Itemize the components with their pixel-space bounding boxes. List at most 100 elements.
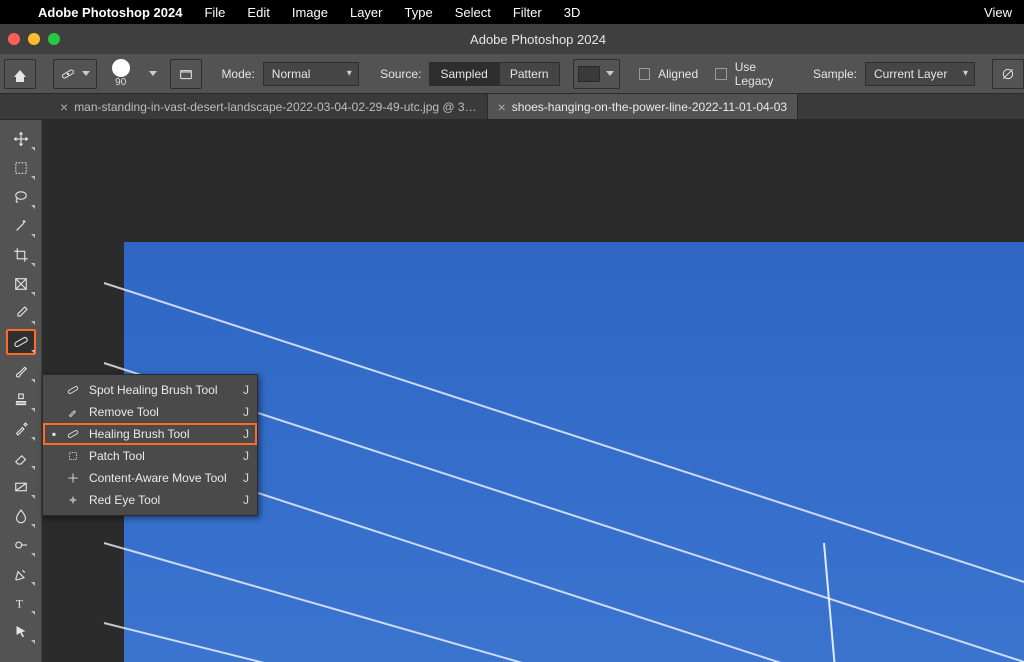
clone-stamp-tool[interactable] xyxy=(6,387,36,413)
window-zoom-icon[interactable] xyxy=(48,33,60,45)
stamp-icon xyxy=(12,391,30,409)
lasso-icon xyxy=(12,188,30,206)
document-tab[interactable]: × man-standing-in-vast-desert-landscape-… xyxy=(50,94,488,119)
flyout-item-remove[interactable]: Remove Tool J xyxy=(43,401,257,423)
flyout-item-patch[interactable]: Patch Tool J xyxy=(43,445,257,467)
bandage-icon xyxy=(65,427,81,441)
pattern-picker[interactable] xyxy=(573,59,620,89)
chevron-down-icon xyxy=(82,71,90,76)
flyout-item-spot-healing[interactable]: Spot Healing Brush Tool J xyxy=(43,379,257,401)
tab-label: shoes-hanging-on-the-power-line-2022-11-… xyxy=(512,100,787,114)
dodge-icon xyxy=(12,536,30,554)
wand-icon xyxy=(12,217,30,235)
document-image xyxy=(124,242,1024,662)
move-tool[interactable] xyxy=(6,126,36,152)
brush-settings-button[interactable] xyxy=(170,59,202,89)
sample-select[interactable]: Current Layer xyxy=(865,62,975,86)
flyout-item-red-eye[interactable]: Red Eye Tool J xyxy=(43,489,257,511)
menu-type[interactable]: Type xyxy=(405,5,433,20)
history-brush-tool[interactable] xyxy=(6,416,36,442)
menu-3d[interactable]: 3D xyxy=(564,5,581,20)
svg-text:T: T xyxy=(15,597,23,611)
arrow-cursor-icon xyxy=(12,623,30,641)
options-bar: 90 Mode: Normal Source: Sampled Pattern … xyxy=(0,54,1024,94)
current-indicator: ▪ xyxy=(51,427,57,441)
brush-preset-picker[interactable]: 90 xyxy=(101,59,141,88)
use-legacy-label: Use Legacy xyxy=(735,60,794,88)
droplet-icon xyxy=(12,507,30,525)
menu-file[interactable]: File xyxy=(204,5,225,20)
brush-tool[interactable] xyxy=(6,358,36,384)
healing-brush-tool[interactable] xyxy=(6,329,36,355)
eyedropper-icon xyxy=(12,304,30,322)
pen-tool[interactable] xyxy=(6,561,36,587)
home-button[interactable] xyxy=(4,59,36,89)
app-name[interactable]: Adobe Photoshop 2024 xyxy=(38,5,182,20)
frame-tool[interactable] xyxy=(6,271,36,297)
window-title: Adobe Photoshop 2024 xyxy=(60,32,1016,47)
use-legacy-checkbox[interactable] xyxy=(715,68,726,80)
mode-select[interactable]: Normal xyxy=(263,62,359,86)
menu-layer[interactable]: Layer xyxy=(350,5,383,20)
type-tool[interactable]: T xyxy=(6,590,36,616)
menu-edit[interactable]: Edit xyxy=(247,5,269,20)
document-tabs: × man-standing-in-vast-desert-landscape-… xyxy=(0,94,1024,120)
tool-preset-button[interactable] xyxy=(53,59,97,89)
gradient-tool[interactable] xyxy=(6,474,36,500)
close-icon[interactable]: × xyxy=(60,99,68,115)
gradient-icon xyxy=(12,478,30,496)
marquee-icon xyxy=(12,159,30,177)
brush-preview-icon xyxy=(112,59,130,77)
mac-menubar: Adobe Photoshop 2024 File Edit Image Lay… xyxy=(0,0,1024,24)
source-segment: Sampled Pattern xyxy=(429,62,559,86)
menu-select[interactable]: Select xyxy=(455,5,491,20)
eyedropper-tool[interactable] xyxy=(6,300,36,326)
source-pattern-button[interactable]: Pattern xyxy=(499,62,560,86)
bandage-icon xyxy=(65,383,81,397)
marquee-tool[interactable] xyxy=(6,155,36,181)
document-tab[interactable]: × shoes-hanging-on-the-power-line-2022-1… xyxy=(488,94,798,119)
menu-filter[interactable]: Filter xyxy=(513,5,542,20)
brush-size-value: 90 xyxy=(115,77,126,88)
eraser-tool[interactable] xyxy=(6,445,36,471)
close-icon[interactable]: × xyxy=(498,99,506,115)
flyout-item-content-aware-move[interactable]: Content-Aware Move Tool J xyxy=(43,467,257,489)
frame-icon xyxy=(12,275,30,293)
pen-icon xyxy=(12,565,30,583)
path-selection-tool[interactable] xyxy=(6,619,36,645)
mode-label: Mode: xyxy=(221,67,254,81)
lasso-tool[interactable] xyxy=(6,184,36,210)
crop-tool[interactable] xyxy=(6,242,36,268)
eraser-icon xyxy=(12,449,30,467)
brush-icon xyxy=(12,362,30,380)
flyout-item-healing-brush[interactable]: ▪ Healing Brush Tool J xyxy=(43,423,257,445)
ignore-adjustments-button[interactable] xyxy=(992,59,1024,89)
tool-flyout-menu: Spot Healing Brush Tool J Remove Tool J … xyxy=(42,374,258,516)
aligned-label: Aligned xyxy=(658,67,698,81)
dodge-tool[interactable] xyxy=(6,532,36,558)
menu-view[interactable]: View xyxy=(984,5,1012,20)
blur-tool[interactable] xyxy=(6,503,36,529)
window-close-icon[interactable] xyxy=(8,33,20,45)
crop-icon xyxy=(12,246,30,264)
home-icon xyxy=(14,70,26,77)
move-crosshair-icon xyxy=(65,471,81,485)
source-sampled-button[interactable]: Sampled xyxy=(429,62,498,86)
menu-image[interactable]: Image xyxy=(292,5,328,20)
move-icon xyxy=(12,130,30,148)
chevron-down-icon xyxy=(606,71,614,76)
sample-label: Sample: xyxy=(813,67,857,81)
history-brush-icon xyxy=(12,420,30,438)
quick-selection-tool[interactable] xyxy=(6,213,36,239)
patch-icon xyxy=(65,449,81,463)
aligned-checkbox[interactable] xyxy=(639,68,650,80)
red-eye-icon xyxy=(65,493,81,507)
window-minimize-icon[interactable] xyxy=(28,33,40,45)
window-titlebar: Adobe Photoshop 2024 xyxy=(0,24,1024,54)
bandage-icon xyxy=(60,66,76,82)
remove-icon xyxy=(65,405,81,419)
window-controls xyxy=(8,33,60,45)
folder-icon xyxy=(178,66,194,82)
chevron-down-icon[interactable] xyxy=(149,71,157,76)
source-label: Source: xyxy=(380,67,421,81)
